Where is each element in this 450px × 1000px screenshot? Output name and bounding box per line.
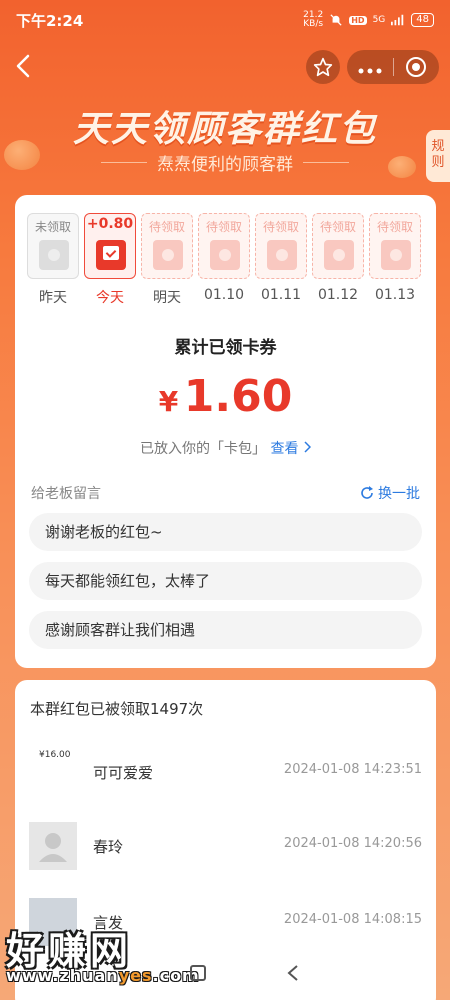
day-label: 01.13 bbox=[374, 287, 416, 303]
mute-bell-icon bbox=[330, 14, 342, 26]
check-icon bbox=[103, 246, 119, 260]
day-label: 今天 bbox=[96, 290, 124, 306]
banner-title: 天天领顾客群红包 bbox=[72, 109, 377, 150]
divider-line bbox=[101, 162, 147, 163]
target-icon bbox=[406, 57, 427, 77]
envelope-icon bbox=[381, 240, 411, 270]
daily-calendar: 未领取 昨天 +0.80 今天 待领取 明天 待领取 01.10 待领取 01.… bbox=[27, 213, 421, 307]
message-option[interactable]: 谢谢老板的红包~ bbox=[29, 513, 422, 551]
watermark-url-prefix: www.zhuan bbox=[6, 966, 119, 985]
record-time: 2024-01-08 14:20:56 bbox=[283, 836, 422, 851]
record-name: 春玲 bbox=[93, 838, 124, 856]
watermark-url-highlight: yes bbox=[118, 966, 153, 985]
more-button[interactable] bbox=[347, 57, 393, 77]
day-box: 待领取 bbox=[312, 213, 364, 279]
star-icon bbox=[313, 57, 333, 77]
day-label: 01.11 bbox=[260, 287, 302, 303]
message-option[interactable]: 感谢顾客群让我们相遇 bbox=[29, 611, 422, 649]
card-pocket-line: 已放入你的「卡包」 查看 bbox=[15, 438, 436, 458]
watermark-url: www.zhuanyes.com bbox=[6, 966, 200, 985]
currency-symbol: ¥ bbox=[158, 385, 179, 418]
total-amount: ¥ 1.60 bbox=[15, 371, 436, 422]
view-link-label: 查看 bbox=[270, 441, 299, 457]
group-name: 焘焘便利的顾客群 bbox=[157, 155, 293, 175]
day-item-0113: 待领取 01.13 bbox=[369, 213, 421, 307]
day-item-0110: 待领取 01.10 bbox=[198, 213, 250, 307]
day-status: 待领取 bbox=[262, 220, 299, 234]
network-type: 5G bbox=[372, 15, 386, 25]
rules-label: 规则 bbox=[431, 139, 445, 170]
day-item-0111: 待领取 01.11 bbox=[255, 213, 307, 307]
status-bar: 下午2:24 21.2 KB/s HD 5G 48 bbox=[0, 0, 450, 40]
day-item-0112: 待领取 01.12 bbox=[312, 213, 364, 307]
day-box: 待领取 bbox=[141, 213, 193, 279]
day-status: 未领取 bbox=[34, 220, 71, 234]
close-miniapp-button[interactable] bbox=[394, 56, 440, 78]
record-time: 2024-01-08 14:08:15 bbox=[283, 912, 422, 927]
day-status: +0.80 bbox=[86, 216, 134, 232]
default-avatar-icon bbox=[39, 833, 67, 862]
recent-apps-button[interactable] bbox=[190, 965, 206, 981]
nav-back-icon[interactable] bbox=[286, 964, 300, 982]
day-box: 未领取 bbox=[27, 213, 79, 279]
envelope-icon bbox=[324, 240, 354, 270]
records-title: 本群红包已被领取1497次 bbox=[30, 700, 204, 718]
day-label: 明天 bbox=[153, 290, 181, 306]
day-status: 待领取 bbox=[205, 220, 242, 234]
record-row: 春玲 2024-01-08 14:20:56 bbox=[15, 816, 436, 876]
pocket-text: 已放入你的「卡包」 bbox=[140, 441, 267, 457]
envelope-icon bbox=[267, 240, 297, 270]
day-item-yesterday: 未领取 昨天 bbox=[27, 213, 79, 307]
refresh-icon bbox=[361, 486, 373, 499]
status-icons: 21.2 KB/s HD 5G 48 bbox=[303, 11, 434, 29]
day-label: 01.10 bbox=[203, 287, 245, 303]
day-status: 待领取 bbox=[376, 220, 413, 234]
total-title: 累计已领卡券 bbox=[174, 338, 277, 358]
day-item-tomorrow: 待领取 明天 bbox=[141, 213, 193, 307]
battery-indicator: 48 bbox=[411, 13, 434, 27]
envelope-icon bbox=[39, 240, 69, 270]
refresh-label: 换一批 bbox=[378, 486, 420, 502]
chevron-right-icon bbox=[304, 441, 312, 453]
avatar bbox=[29, 822, 77, 870]
day-box: 待领取 bbox=[255, 213, 307, 279]
record-row: ¥16.00 可可爱爱 2024-01-08 14:23:51 bbox=[15, 740, 436, 800]
status-time: 下午2:24 bbox=[16, 11, 84, 30]
back-icon[interactable] bbox=[12, 52, 36, 80]
message-option[interactable]: 每天都能领红包，太棒了 bbox=[29, 562, 422, 600]
day-box: +0.80 bbox=[84, 213, 136, 279]
envelope-icon bbox=[210, 240, 240, 270]
banner-subtitle: 焘焘便利的顾客群 bbox=[0, 150, 450, 175]
favorite-button[interactable] bbox=[306, 50, 340, 84]
more-dots-icon bbox=[358, 68, 382, 74]
hd-badge: HD bbox=[349, 15, 367, 25]
rules-button[interactable]: 规则 bbox=[426, 130, 450, 182]
redpacket-card: 未领取 昨天 +0.80 今天 待领取 明天 待领取 01.10 待领取 01.… bbox=[15, 195, 436, 668]
system-nav-bar bbox=[190, 958, 370, 988]
envelope-icon bbox=[153, 240, 183, 270]
message-heading: 给老板留言 bbox=[31, 486, 101, 502]
day-box: 待领取 bbox=[198, 213, 250, 279]
day-status: 待领取 bbox=[148, 220, 185, 234]
day-item-today[interactable]: +0.80 今天 bbox=[84, 213, 136, 307]
record-avatar-text: ¥16.00 bbox=[39, 750, 71, 760]
view-link[interactable]: 查看 bbox=[270, 441, 312, 457]
day-label: 01.12 bbox=[317, 287, 359, 303]
day-status: 待领取 bbox=[319, 220, 356, 234]
record-time: 2024-01-08 14:23:51 bbox=[283, 762, 422, 777]
day-box: 待领取 bbox=[369, 213, 421, 279]
amount-value: 1.60 bbox=[183, 371, 293, 422]
refresh-button[interactable]: 换一批 bbox=[360, 483, 420, 503]
record-name: 可可爱爱 bbox=[93, 764, 154, 782]
day-label: 昨天 bbox=[39, 290, 67, 306]
signal-icon bbox=[391, 14, 404, 26]
divider-line bbox=[303, 162, 349, 163]
miniapp-capsule bbox=[347, 50, 439, 84]
network-speed-unit: KB/s bbox=[303, 19, 324, 29]
network-speed: 21.2 KB/s bbox=[303, 11, 323, 29]
